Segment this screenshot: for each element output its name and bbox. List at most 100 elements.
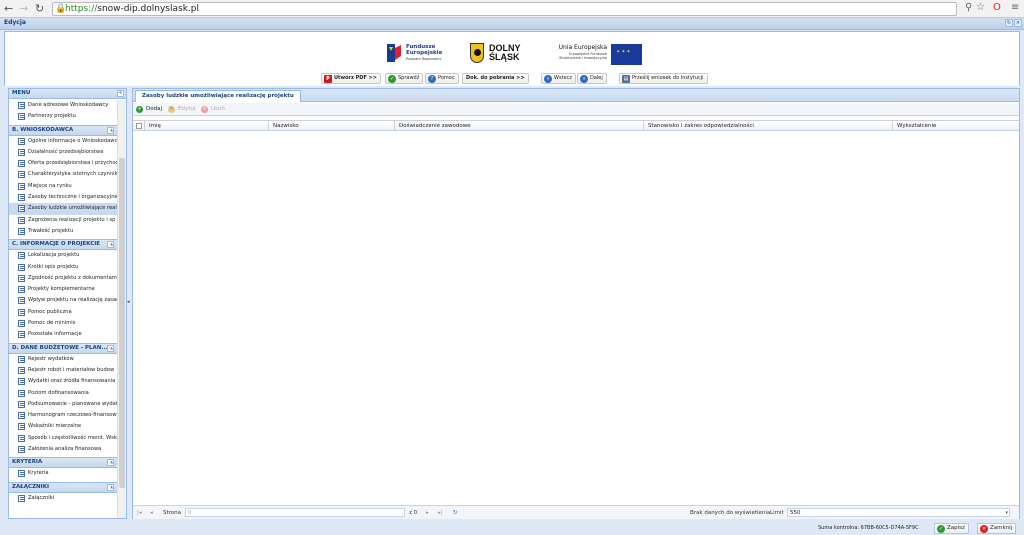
sidebar-item-zasoby-techniczne-i-organizacy[interactable]: Zasoby techniczne i organizacyjne xyxy=(9,192,117,203)
sidebar-item-dane-adresowe-wnioskodawcy[interactable]: Dane adresowe Wnioskodawcy xyxy=(9,100,117,111)
create-pdf-button[interactable]: P Utwórz PDF >> xyxy=(321,73,381,84)
reload-icon[interactable]: ↻ xyxy=(35,2,44,15)
sidebar-item-projekty-komplementarne[interactable]: Projekty komplementarne xyxy=(9,284,117,295)
edit-button[interactable]: ✎ Edytuj xyxy=(168,105,195,114)
sidebar-item-label: Rejestr robót i materiałów budow xyxy=(28,366,115,373)
empty-message: Brak danych do wyświetlenia xyxy=(690,510,771,516)
sidebar-item-wskazniki-mierzalne[interactable]: Wskaźniki mierzalne xyxy=(9,421,117,432)
sidebar-item-wp-yw-projektu-na-realizacje-z[interactable]: Wpływ projektu na realizację zasad xyxy=(9,295,117,306)
sidebar-item-ogolne-informacje-o-wnioskodaw[interactable]: Ogólne informacje o Wnioskodawcy xyxy=(9,136,117,147)
refresh-window-icon[interactable]: ↻ xyxy=(1005,19,1013,27)
sidebar-item-zasoby-ludzkie-umozliwiajace-r[interactable]: Zasoby ludzkie umożliwiające realizację xyxy=(9,203,117,215)
documents-download-button[interactable]: Dok. do pobrania >> xyxy=(462,73,529,84)
sidebar-item-poziom-dofinansowania[interactable]: Poziom dofinansowania xyxy=(9,388,117,399)
help-icon: ? xyxy=(428,75,436,83)
sidebar-item-rejestr-wydatkow[interactable]: Rejestr wydatków xyxy=(9,354,117,365)
menu-section-za-aczniki[interactable]: ZAŁĄCZNIKI « xyxy=(9,481,117,493)
address-bar[interactable]: 🔒 https://snow-dip.dolnyslask.pl xyxy=(52,2,957,16)
sidebar-item-label: Podsumowanie - planowane wydatki xyxy=(28,400,117,407)
window-title-bar: Edycja ↻ × xyxy=(0,18,1024,30)
sidebar-item-harmonogram-rzeczowo-finansowy[interactable]: Harmonogram rzeczowo-finansowy xyxy=(9,410,117,421)
sidebar-item-pozosta-e-informacje[interactable]: Pozostałe informacje xyxy=(9,329,117,340)
sidebar-item-trwa-osc-projektu[interactable]: Trwałość projektu xyxy=(9,226,117,237)
menu-icon[interactable]: ≡ xyxy=(1011,2,1019,13)
next-page-icon[interactable]: ▸ xyxy=(426,509,429,517)
sidebar-item-charakterystyka-istotnych-czyn[interactable]: Charakterystyka istotnych czynników xyxy=(9,169,117,180)
sidebar-item-label: Zasoby ludzkie umożliwiające realizację xyxy=(28,205,117,212)
ue-sub2: Strukturalne i Inwestycyjne xyxy=(559,56,607,60)
sidebar-item-rejestr-robot-i-materia-ow-bud[interactable]: Rejestr robót i materiałów budow xyxy=(9,365,117,376)
sidebar-item-wydatki-oraz-zrod-a-finansowan[interactable]: Wydatki oraz źródła finansowania xyxy=(9,376,117,387)
prev-page-icon[interactable]: ◂ xyxy=(150,509,153,517)
bookmark-star-icon[interactable]: ☆ xyxy=(976,2,985,13)
sidebar-item-dzia-alnosc-przedsiebiorstwa[interactable]: Działalność przedsiębiorstwa xyxy=(9,147,117,158)
menu-scrollbar-thumb[interactable] xyxy=(119,158,125,488)
sidebar-item-podsumowanie-planowane-wydatki[interactable]: Podsumowanie - planowane wydatki xyxy=(9,399,117,410)
sidebar-item-label: Założenia analiza finansowa xyxy=(28,446,102,453)
sidebar-item-label: Lokalizacja projektu xyxy=(28,252,80,259)
menu-scrollbar[interactable] xyxy=(117,100,126,518)
menu-section-d-dane-budzetowe-plan[interactable]: D. DANE BUDŻETOWE - PLAN... « xyxy=(9,342,117,354)
sidebar-item-label: Partnerzy projektu xyxy=(28,113,76,120)
menu-section-b-wnioskodawca[interactable]: B. WNIOSKODAWCA « xyxy=(9,124,117,136)
sidebar-item-sposob-i-czestotliwosc-monit-w[interactable]: Sposób i częstotliwość monit. Wsk xyxy=(9,433,117,444)
sidebar-item-za-aczniki[interactable]: Załączniki xyxy=(9,493,117,504)
collapse-section-icon[interactable]: « xyxy=(107,344,114,352)
back-button[interactable]: «Wstecz xyxy=(541,73,576,84)
collapse-section-icon[interactable]: « xyxy=(107,126,114,134)
refresh-icon[interactable]: ↻ xyxy=(453,509,458,517)
first-page-icon[interactable]: |◂ xyxy=(137,509,142,517)
column-last-name[interactable]: Nazwisko xyxy=(269,121,395,131)
tab-zasoby-ludzkie[interactable]: Zasoby ludzkie umożliwiające realizację … xyxy=(135,90,301,102)
sidebar-item-pomoc-de-minimis[interactable]: Pomoc de minimis xyxy=(9,318,117,329)
form-icon xyxy=(18,434,25,442)
check-button[interactable]: ✓ Sprawdź xyxy=(385,73,424,84)
collapse-section-icon[interactable]: « xyxy=(107,483,114,491)
help-button[interactable]: ? Pomoc xyxy=(425,73,459,84)
column-position[interactable]: Stanowisko i zakres odpowiedzialności xyxy=(644,121,893,131)
sidebar-item-krotki-opis-projektu[interactable]: Krótki opis projektu xyxy=(9,262,117,273)
column-education[interactable]: Wykształcenie xyxy=(893,121,1019,131)
collapse-section-icon[interactable]: « xyxy=(107,459,114,467)
form-icon xyxy=(18,252,25,260)
sidebar-item-kryteria[interactable]: Kryteria xyxy=(9,468,117,479)
column-experience[interactable]: Doświadczenie zawodowe xyxy=(395,121,644,131)
sidebar-item-miejsce-na-rynku[interactable]: Miejsce na rynku xyxy=(9,181,117,192)
forward-arrow-icon[interactable]: → xyxy=(19,2,28,15)
save-button[interactable]: ✓ Zapisz xyxy=(934,523,969,534)
close-window-icon[interactable]: × xyxy=(1014,19,1022,27)
delete-button[interactable]: × Usuń xyxy=(201,105,225,114)
key-icon[interactable]: ⚲ xyxy=(965,2,972,13)
form-header: Fundusze Europejskie Program Regionalny D… xyxy=(4,31,1020,86)
next-button[interactable]: » Dalej xyxy=(577,73,607,84)
collapse-arrow-icon[interactable]: ◂ xyxy=(127,299,130,305)
sidebar-item-label: Charakterystyka istotnych czynników xyxy=(28,171,117,178)
collapse-menu-icon[interactable]: « xyxy=(117,90,124,97)
select-all-checkbox[interactable] xyxy=(133,121,145,131)
form-icon xyxy=(18,205,25,213)
last-page-icon[interactable]: ▸| xyxy=(438,509,443,517)
sidebar-item-partnerzy-projektu[interactable]: Partnerzy projektu xyxy=(9,111,117,122)
sidebar-item-pomoc-publiczna[interactable]: Pomoc publiczna xyxy=(9,307,117,318)
menu-section-kryteria[interactable]: KRYTERIA « xyxy=(9,457,117,469)
sidebar-item-label: Oferta przedsiębiorstwa i przychody xyxy=(28,160,117,167)
add-button[interactable]: + Dodaj xyxy=(136,105,162,114)
close-button[interactable]: × Zamknij xyxy=(977,523,1017,534)
sidebar-item-lokalizacja-projektu[interactable]: Lokalizacja projektu xyxy=(9,250,117,261)
limit-select[interactable]: 550 ▾ xyxy=(787,508,1010,517)
column-first-name[interactable]: Imię xyxy=(145,121,269,131)
back-arrow-icon[interactable]: ← xyxy=(4,2,13,15)
page-number-input[interactable]: 0 xyxy=(185,508,405,517)
collapse-section-icon[interactable]: « xyxy=(107,241,114,249)
opera-icon[interactable]: O xyxy=(993,2,1001,13)
send-application-button[interactable]: ▤ Prześlij wniosek do Instytucji xyxy=(619,73,708,84)
sidebar-item-zagrozenia-realizacji-projektu[interactable]: Zagrożenia realizacji projektu i sp xyxy=(9,215,117,226)
sidebar-item-oferta-przedsiebiorstwa-i-przy[interactable]: Oferta przedsiębiorstwa i przychody xyxy=(9,158,117,169)
sidebar-item-label: Pozostałe informacje xyxy=(28,331,82,338)
window-title: Edycja xyxy=(4,19,26,26)
dolny-slask-logo-text: DOLNY ŚLĄSK xyxy=(489,44,521,62)
sidebar-item-za-ozenia-analiza-finansowa[interactable]: Założenia analiza finansowa xyxy=(9,444,117,455)
sidebar-item-zgodnosc-projektu-z-dokumentam[interactable]: Zgodność projektu z dokumentami xyxy=(9,273,117,284)
menu-section-c-informacje-o-projekcie[interactable]: C. INFORMACJE O PROJEKCIE « xyxy=(9,239,117,251)
send-document-icon: ▤ xyxy=(622,75,630,83)
